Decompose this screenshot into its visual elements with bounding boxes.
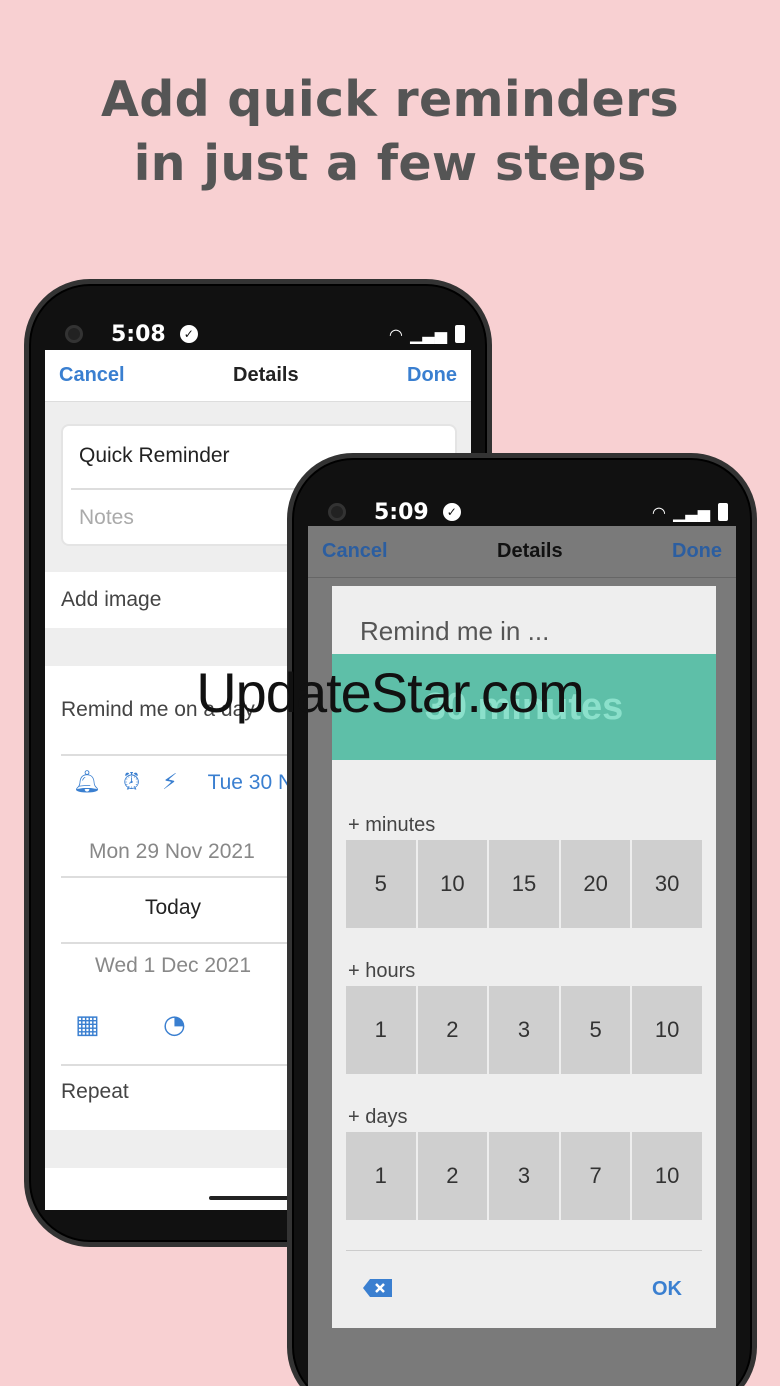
status-time: 5:08	[111, 321, 166, 347]
hours-label: + hours	[348, 960, 416, 982]
battery-icon	[718, 503, 728, 521]
minutes-label: + minutes	[348, 814, 436, 836]
hours-buttons: 1 2 3 5 10	[346, 986, 702, 1074]
wifi-icon: ◠	[389, 324, 403, 344]
battery-icon	[455, 325, 465, 343]
headline-line-1: Add quick reminders	[100, 71, 680, 128]
days-button[interactable]: 7	[560, 1132, 631, 1220]
minutes-buttons: 5 10 15 20 30	[346, 840, 702, 928]
done-button[interactable]: Done	[672, 540, 722, 563]
minutes-button[interactable]: 20	[560, 840, 631, 928]
wifi-icon: ◠	[652, 502, 666, 522]
nav-bar: Cancel Details Done	[308, 526, 736, 578]
days-button[interactable]: 1	[346, 1132, 416, 1220]
minutes-button[interactable]: 15	[489, 840, 559, 928]
camera-icon	[328, 503, 346, 521]
minutes-button[interactable]: 30	[632, 840, 702, 928]
cancel-button[interactable]: Cancel	[59, 364, 125, 387]
date-prev[interactable]: Mon 29 Nov 2021	[89, 840, 255, 864]
date-today[interactable]: Today	[145, 896, 201, 920]
hours-button[interactable]: 2	[417, 986, 488, 1074]
status-time: 5:09	[374, 499, 429, 525]
hours-button[interactable]: 10	[632, 986, 702, 1074]
nav-bar: Cancel Details Done	[45, 350, 471, 402]
cancel-button[interactable]: Cancel	[322, 540, 388, 563]
done-button[interactable]: Done	[407, 364, 457, 387]
date-chip[interactable]: Tue 30 N	[208, 771, 294, 795]
backspace-icon[interactable]	[362, 1278, 394, 1298]
days-button[interactable]: 3	[489, 1132, 559, 1220]
days-button[interactable]: 10	[632, 1132, 702, 1220]
nav-title: Details	[497, 540, 563, 562]
minutes-button[interactable]: 5	[346, 840, 416, 928]
minutes-button[interactable]: 10	[417, 840, 488, 928]
add-time-icon[interactable]: ◔	[163, 1010, 186, 1040]
screen: Cancel Details Done Remind me in ... 30 …	[308, 526, 736, 1386]
dialog-title: Remind me in ...	[360, 616, 550, 646]
hours-button[interactable]: 1	[346, 986, 416, 1074]
days-buttons: 1 2 3 7 10	[346, 1132, 702, 1220]
headline: Add quick reminders in just a few steps	[0, 68, 780, 196]
date-next[interactable]: Wed 1 Dec 2021	[95, 954, 251, 978]
bell-icon[interactable]: 🔔︎	[73, 770, 101, 795]
flash-off-icon[interactable]: ⚡︎	[162, 770, 177, 795]
phone-front: 5:09 ✓ ◠ ▁▃▅ Cancel Details Done Remind …	[287, 453, 757, 1386]
headline-line-2: in just a few steps	[133, 135, 647, 192]
hours-button[interactable]: 3	[489, 986, 559, 1074]
days-button[interactable]: 2	[417, 1132, 488, 1220]
ok-button[interactable]: OK	[652, 1278, 682, 1301]
days-label: + days	[348, 1106, 408, 1128]
nav-title: Details	[233, 364, 299, 386]
calendar-icon[interactable]: ▦	[75, 1010, 100, 1040]
alarm-off-icon[interactable]: ⏰︎	[123, 770, 140, 795]
watermark: UpdateStar.com	[196, 661, 585, 724]
camera-icon	[65, 325, 83, 343]
signal-icon: ▁▃▅	[673, 502, 710, 522]
title-field[interactable]: Quick Reminder	[79, 444, 230, 468]
check-icon: ✓	[442, 503, 461, 521]
add-image-label: Add image	[61, 588, 162, 611]
notes-field[interactable]: Notes	[79, 506, 134, 530]
check-icon: ✓	[179, 325, 198, 343]
repeat-label[interactable]: Repeat	[61, 1080, 129, 1104]
hours-button[interactable]: 5	[560, 986, 631, 1074]
signal-icon: ▁▃▅	[410, 324, 447, 344]
